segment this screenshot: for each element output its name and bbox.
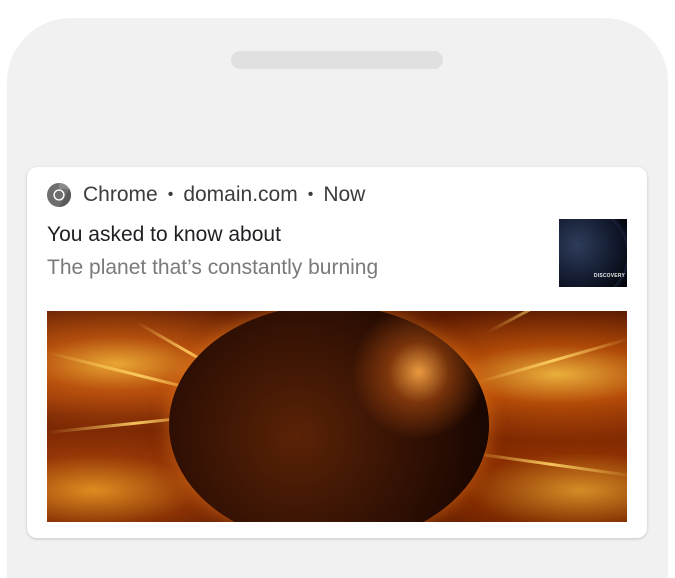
notification-body: The planet that’s constantly burning	[47, 256, 379, 279]
notification-time: Now	[323, 183, 366, 206]
notification-header: Chrome • domain.com • Now	[46, 181, 365, 209]
notification-thumbnail: DISCOVERY	[559, 219, 627, 287]
header-separator: •	[167, 186, 174, 203]
burning-planet	[169, 311, 489, 522]
phone-speaker	[231, 51, 443, 69]
burning-planet-image	[47, 311, 627, 522]
thumbnail-logo-text: DISCOVERY	[593, 273, 625, 279]
app-name: Chrome	[83, 183, 158, 206]
fire-ray	[486, 311, 612, 334]
notification-card[interactable]: Chrome • domain.com • Now You asked to k…	[27, 167, 647, 538]
fire-ray	[476, 336, 627, 384]
fire-ray	[466, 451, 627, 478]
notification-title: You asked to know about	[47, 223, 281, 246]
header-separator: •	[307, 186, 314, 203]
notification-domain: domain.com	[183, 183, 298, 206]
chrome-icon	[46, 182, 72, 208]
